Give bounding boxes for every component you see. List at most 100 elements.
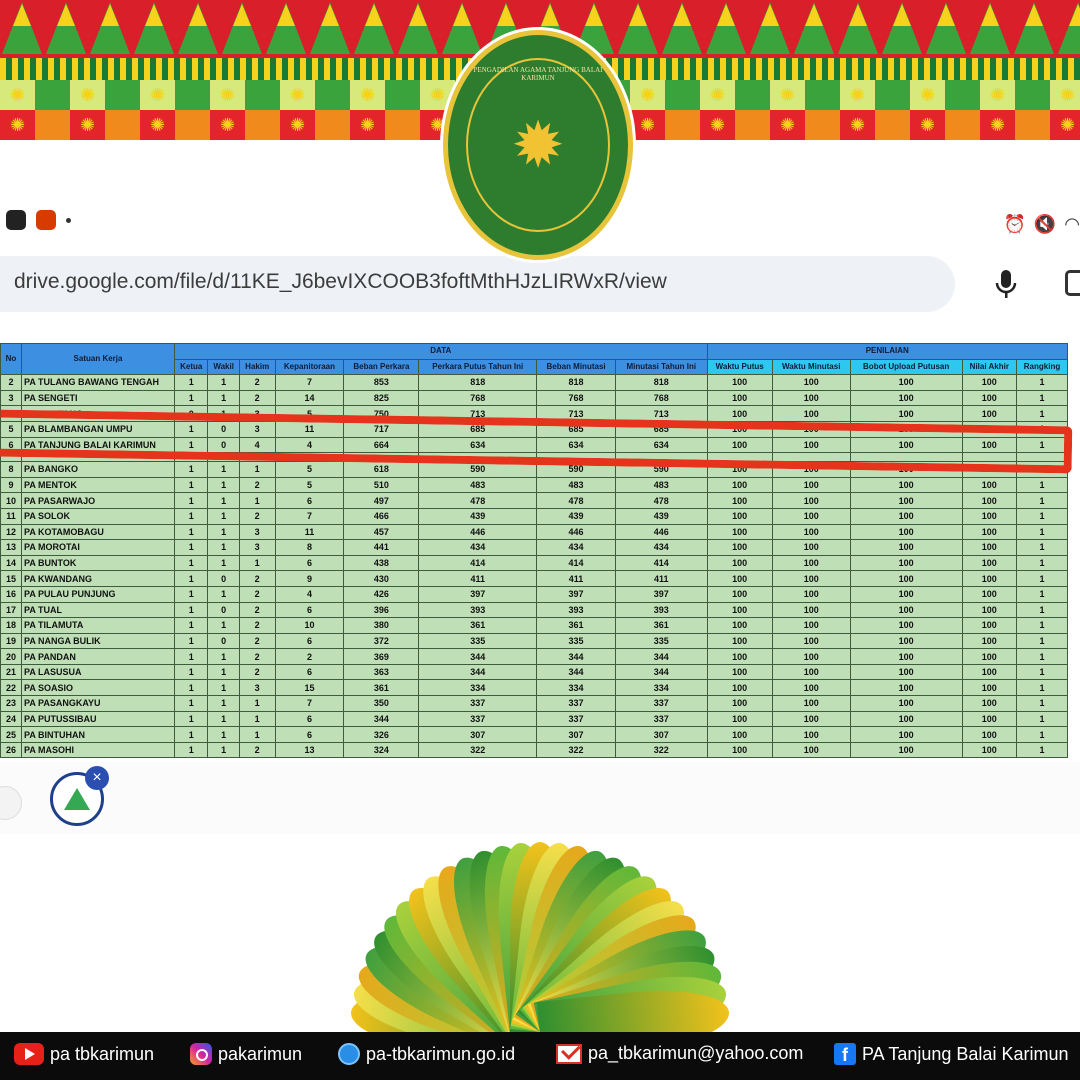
table-cell: 11 — [0, 507, 22, 525]
satuan-kerja-cell: PA PASARWAJO — [21, 492, 175, 509]
tree-ornament-tip — [1025, 4, 1043, 26]
flower-ornament: ✺ — [150, 115, 166, 135]
flower-ornament: ✺ — [360, 115, 376, 135]
table-cell: 1 — [207, 507, 240, 525]
satuan-kerja-cell: PA PUTUSSIBAU — [21, 710, 175, 728]
table-cell: 446 — [614, 523, 708, 541]
table-cell: 818 — [418, 374, 538, 391]
flower-ornament: ✺ — [710, 115, 726, 135]
table-cell: 8 — [0, 461, 22, 478]
flower-ornament: ✺ — [990, 115, 1006, 135]
mail-icon — [556, 1043, 582, 1064]
table-cell: 1 — [207, 554, 240, 572]
table-cell: 100 — [706, 539, 773, 556]
table-cell: 100 — [771, 710, 851, 728]
table-cell: 100 — [849, 523, 963, 541]
table-cell: 0 — [207, 601, 240, 619]
table-cell: 2 — [238, 476, 276, 494]
footer-email[interactable]: pa_tbkarimun@yahoo.com — [556, 1043, 803, 1064]
table-cell: 497 — [343, 492, 420, 509]
table-cell: 1 — [1016, 632, 1068, 650]
table-cell: 618 — [343, 461, 420, 478]
table-cell: 441 — [343, 539, 420, 556]
table-cell: 100 — [849, 570, 963, 587]
table-cell: 344 — [343, 710, 420, 728]
facebook-icon: f — [834, 1043, 856, 1065]
tree-ornament-tip — [629, 4, 647, 26]
column-header: Nilai Akhir — [961, 358, 1018, 376]
table-cell: 439 — [614, 507, 708, 525]
table-row: 17 PA TUAL 1 0 2 6 396 393 393 393 100 100 100 100 1 — [0, 601, 1068, 619]
table-cell: 7 — [274, 695, 345, 712]
table-cell: 3 — [238, 523, 276, 541]
table-cell: 466 — [343, 507, 420, 525]
penilaian-group-header: PENILAIAN — [706, 343, 1069, 360]
footer-instagram[interactable]: pakarimun — [190, 1043, 302, 1065]
tree-ornament-tip — [1069, 4, 1080, 26]
table-cell: 100 — [961, 679, 1018, 697]
footer-youtube[interactable]: pa tbkarimun — [14, 1043, 154, 1065]
column-header: Waktu Putus — [706, 358, 773, 376]
table-cell: 307 — [536, 726, 616, 743]
table-cell: 1 — [173, 710, 209, 728]
table-cell: 322 — [418, 741, 538, 759]
table-cell: 21 — [0, 663, 22, 681]
flower-ornament: ✺ — [10, 115, 26, 135]
table-cell: 100 — [961, 741, 1018, 759]
table-cell: 100 — [961, 726, 1018, 743]
table-cell: 100 — [771, 523, 851, 541]
table-cell: 1 — [1016, 539, 1068, 556]
instagram-label: pakarimun — [218, 1043, 303, 1064]
website-label: pa-tbkarimun.go.id — [366, 1043, 516, 1064]
table-cell: 411 — [418, 570, 538, 587]
table-cell: 335 — [536, 632, 616, 650]
table-cell: 337 — [614, 710, 708, 728]
tree-ornament-tip — [937, 4, 955, 26]
table-cell: 1 — [238, 695, 276, 712]
satuan-kerja-cell: PA PASANGKAYU — [21, 695, 175, 712]
microphone-icon[interactable] — [994, 268, 1018, 300]
table-cell: 396 — [343, 601, 420, 619]
flower-ornament: ✺ — [290, 115, 306, 135]
table-cell: 397 — [418, 585, 538, 603]
table-cell: 344 — [536, 663, 616, 681]
table-cell: 1 — [173, 585, 209, 603]
table-cell: 6 — [274, 492, 345, 509]
footer-facebook[interactable]: f PA Tanjung Balai Karimun — [834, 1043, 1068, 1065]
table-cell: 344 — [614, 663, 708, 681]
flower-ornament: ✺ — [850, 115, 866, 135]
table-cell: 363 — [343, 663, 420, 681]
table-cell: 1 — [207, 617, 240, 634]
table-cell: 2 — [238, 663, 276, 681]
notification-dot-icon — [66, 217, 71, 223]
table-cell: 1 — [207, 679, 240, 697]
table-cell: 100 — [771, 492, 851, 509]
table-cell: 1 — [1016, 710, 1068, 728]
table-cell: 100 — [849, 695, 963, 712]
tree-ornament-tip — [409, 4, 427, 26]
table-cell: 100 — [849, 601, 963, 619]
tree-ornament-tip — [761, 4, 779, 26]
table-cell: 1 — [1016, 695, 1068, 712]
table-cell: 100 — [771, 570, 851, 587]
flower-ornament: ✺ — [710, 85, 726, 105]
wifi-icon: ◠ — [1064, 214, 1080, 234]
satuan-kerja-cell: PA SOLOK — [21, 507, 175, 525]
table-cell: 1 — [207, 663, 240, 681]
close-icon[interactable]: × — [85, 766, 109, 790]
table-cell: 100 — [961, 617, 1018, 634]
table-cell: 100 — [849, 554, 963, 572]
url-text[interactable]: drive.google.com/file/d/11KE_J6bevIXCOOB… — [14, 270, 667, 294]
table-cell: 25 — [0, 726, 22, 743]
tree-ornament-tip — [101, 4, 119, 26]
tree-ornament-tip — [541, 4, 559, 26]
flower-ornament: ✺ — [10, 85, 26, 105]
flower-ornament: ✺ — [850, 85, 866, 105]
tabs-icon[interactable] — [1065, 270, 1080, 296]
table-cell: 100 — [849, 663, 963, 681]
footer-website[interactable]: pa-tbkarimun.go.id — [338, 1043, 515, 1065]
tree-ornament-tip — [189, 4, 207, 26]
table-row: 12 PA KOTAMOBAGU 1 1 3 11 457 446 446 446 100 100 10… — [0, 523, 1068, 541]
tree-ornament-tip — [233, 4, 251, 26]
table-cell: 3 — [238, 539, 276, 556]
